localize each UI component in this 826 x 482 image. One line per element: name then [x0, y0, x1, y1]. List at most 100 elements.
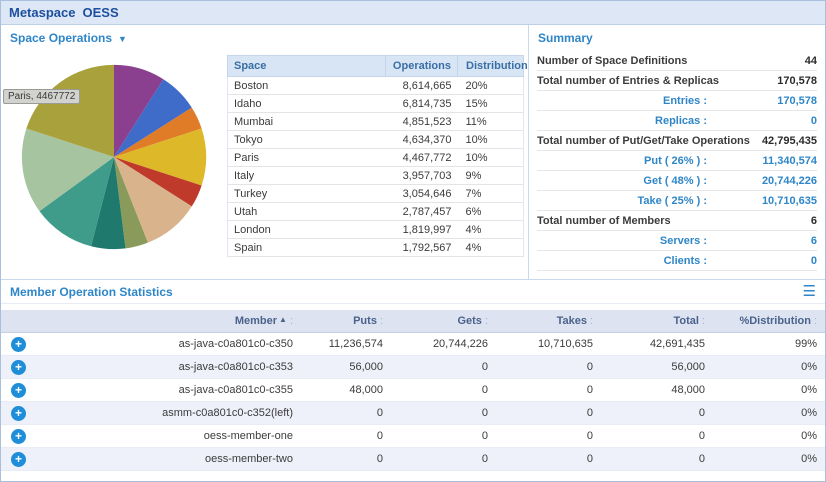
space-table-row[interactable]: Tokyo4,634,37010% [228, 131, 524, 149]
space-table-header-row: SpaceOperationsDistribution [228, 56, 524, 77]
member-row[interactable]: +as-java-c0a801c0-c35011,236,57420,744,2… [1, 333, 825, 356]
space-operations-cell: 3,054,646 [386, 185, 458, 203]
total-cell: 56,000 [601, 356, 713, 379]
space-table-wrap: SpaceOperationsDistribution Boston8,614,… [227, 51, 528, 279]
gets-cell: 0 [391, 402, 496, 425]
summary-row: Total number of Put/Get/Take Operations4… [537, 131, 817, 151]
member-col-header-gets[interactable]: Gets [391, 310, 496, 333]
space-name-cell: Utah [228, 203, 386, 221]
distribution-cell: 0% [713, 425, 825, 448]
space-table-row[interactable]: Mumbai4,851,52311% [228, 113, 524, 131]
space-table-row[interactable]: Turkey3,054,6467% [228, 185, 524, 203]
space-table-body: Boston8,614,66520%Idaho6,814,73515%Mumba… [228, 77, 524, 257]
space-table-row[interactable]: Spain1,792,5674% [228, 239, 524, 257]
takes-cell: 0 [496, 379, 601, 402]
summary-label: Get ( 48% ) : [537, 175, 707, 187]
space-name-cell: Spain [228, 239, 386, 257]
space-name-cell: Boston [228, 77, 386, 95]
member-stats-section: Member Operation Statistics ☰ Member▲Put… [1, 279, 825, 471]
member-table-wrap: Member▲PutsGets Takes Total %Distribution +… [1, 310, 825, 471]
expand-row-button[interactable]: + [11, 360, 26, 375]
expand-row-button[interactable]: + [11, 452, 26, 467]
puts-cell: 48,000 [301, 379, 391, 402]
space-operations-title: Space Operations [10, 31, 112, 45]
summary-rows: Number of Space Definitions44Total numbe… [529, 51, 825, 271]
total-cell: 48,000 [601, 379, 713, 402]
puts-cell: 11,236,574 [301, 333, 391, 356]
space-name-cell: Mumbai [228, 113, 386, 131]
summary-row: Total number of Entries & Replicas170,57… [537, 71, 817, 91]
space-col-header-operations[interactable]: Operations [386, 56, 458, 77]
space-table: SpaceOperationsDistribution Boston8,614,… [227, 55, 524, 257]
space-table-row[interactable]: Italy3,957,7039% [228, 167, 524, 185]
space-name-cell: Italy [228, 167, 386, 185]
space-operations-cell: 8,614,665 [386, 77, 458, 95]
summary-row: Replicas :0 [537, 111, 817, 131]
pie-tooltip: Paris, 4467772 [3, 89, 80, 104]
summary-value: 0 [707, 255, 817, 267]
expand-row-button[interactable]: + [11, 429, 26, 444]
member-row[interactable]: +oess-member-two00000% [1, 448, 825, 471]
member-table-body: +as-java-c0a801c0-c35011,236,57420,744,2… [1, 333, 825, 471]
summary-label: Total number of Members [537, 215, 757, 227]
app-title-label: Metaspace [9, 5, 75, 20]
summary-row: Get ( 48% ) :20,744,226 [537, 171, 817, 191]
space-col-header-distribution[interactable]: Distribution [458, 56, 524, 77]
space-table-row[interactable]: London1,819,9974% [228, 221, 524, 239]
member-name-cell: oess-member-two [39, 448, 301, 471]
space-table-row[interactable]: Utah2,787,4576% [228, 203, 524, 221]
expand-row-button[interactable]: + [11, 337, 26, 352]
member-row[interactable]: +as-java-c0a801c0-c35548,0000048,0000% [1, 379, 825, 402]
space-operations-content: Paris, 4467772 SpaceOperationsDistributi… [1, 51, 528, 279]
member-name-cell: as-java-c0a801c0-c350 [39, 333, 301, 356]
total-cell: 0 [601, 448, 713, 471]
member-col-header-takes[interactable]: Takes [496, 310, 601, 333]
member-col-header-label: Total [673, 315, 698, 327]
list-menu-icon[interactable]: ☰ [803, 284, 816, 299]
summary-value: 42,795,435 [757, 135, 817, 147]
chevron-down-icon[interactable]: ▼ [118, 33, 127, 44]
member-col-header-label: Takes [557, 315, 587, 327]
summary-row: Entries :170,578 [537, 91, 817, 111]
space-col-header-space[interactable]: Space [228, 56, 386, 77]
takes-cell: 0 [496, 425, 601, 448]
member-col-header-label: %Distribution [739, 315, 811, 327]
summary-label: Entries : [537, 95, 707, 107]
space-table-row[interactable]: Boston8,614,66520% [228, 77, 524, 95]
member-row[interactable]: +as-java-c0a801c0-c35356,0000056,0000% [1, 356, 825, 379]
space-table-row[interactable]: Idaho6,814,73515% [228, 95, 524, 113]
summary-label: Total number of Put/Get/Take Operations [537, 135, 757, 147]
expand-row-button[interactable]: + [11, 406, 26, 421]
space-distribution-cell: 10% [458, 131, 524, 149]
summary-title: Summary [538, 31, 593, 45]
summary-value: 6 [707, 235, 817, 247]
space-distribution-cell: 4% [458, 221, 524, 239]
member-stats-title: Member Operation Statistics [10, 285, 173, 299]
summary-value: 20,744,226 [707, 175, 817, 187]
member-col-header-puts[interactable]: Puts [301, 310, 391, 333]
gets-cell: 0 [391, 425, 496, 448]
distribution-cell: 0% [713, 448, 825, 471]
gets-cell: 0 [391, 379, 496, 402]
summary-row: Take ( 25% ) :10,710,635 [537, 191, 817, 211]
takes-cell: 10,710,635 [496, 333, 601, 356]
member-col-header-distribution[interactable]: %Distribution [713, 310, 825, 333]
member-name-cell: oess-member-one [39, 425, 301, 448]
space-operations-pie-chart[interactable]: Paris, 4467772 [1, 51, 227, 279]
expand-cell: + [1, 425, 39, 448]
member-name-cell: asmm-c0a801c0-c352(left) [39, 402, 301, 425]
expand-row-button[interactable]: + [11, 383, 26, 398]
space-operations-cell: 4,851,523 [386, 113, 458, 131]
member-row[interactable]: +oess-member-one00000% [1, 425, 825, 448]
summary-value: 170,578 [707, 95, 817, 107]
space-operations-panel: Space Operations ▼ Paris, 4467772 SpaceO… [1, 25, 529, 279]
summary-row: Number of Space Definitions44 [537, 51, 817, 71]
summary-panel: Summary Number of Space Definitions44Tot… [529, 25, 825, 279]
member-stats-title-row: Member Operation Statistics ☰ [1, 280, 825, 304]
gets-cell: 0 [391, 356, 496, 379]
space-table-row[interactable]: Paris4,467,77210% [228, 149, 524, 167]
member-row[interactable]: +asmm-c0a801c0-c352(left)00000% [1, 402, 825, 425]
member-col-header-label: Member [235, 315, 277, 327]
member-col-header-total[interactable]: Total [601, 310, 713, 333]
member-col-header-member[interactable]: Member▲ [39, 310, 301, 333]
